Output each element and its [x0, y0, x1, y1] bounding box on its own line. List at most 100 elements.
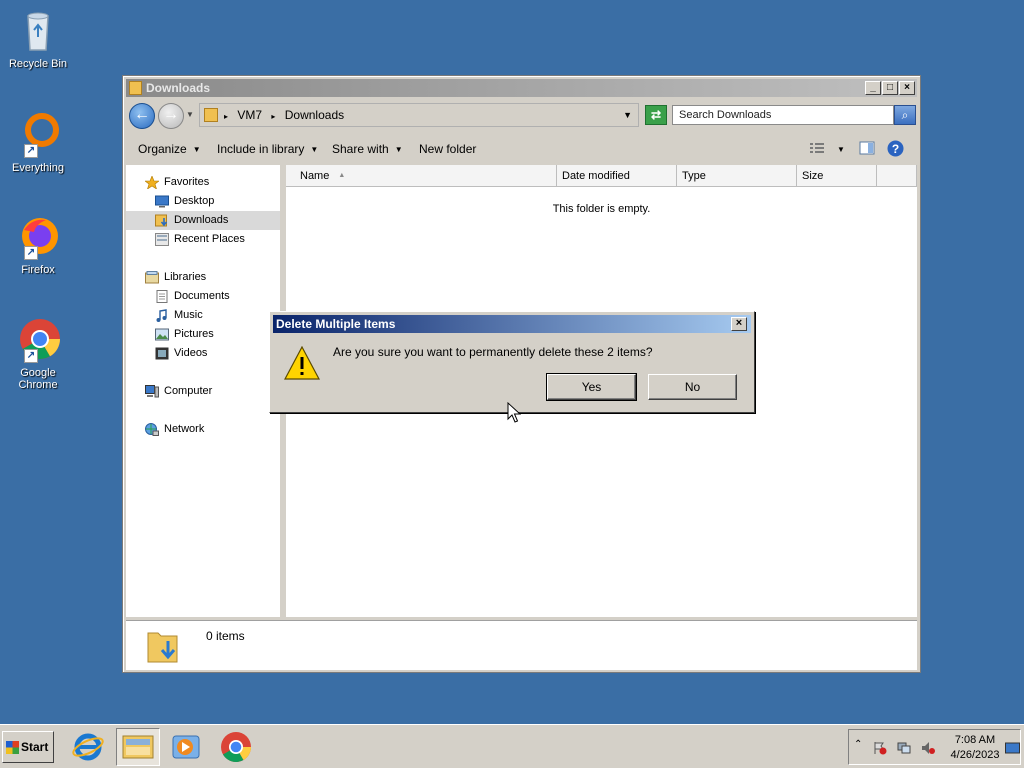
- desktop-icon-label: Firefox: [21, 264, 55, 276]
- change-view-icon[interactable]: [809, 141, 825, 155]
- nav-videos-label: Videos: [174, 347, 208, 359]
- column-header-size[interactable]: Size: [797, 165, 877, 187]
- command-toolbar: Organize ▼ Include in library ▼ Share with…: [126, 134, 917, 164]
- recent-pages-dropdown-icon[interactable]: ▼: [186, 110, 194, 119]
- clock-time: 7:08 AM: [954, 734, 996, 746]
- clock[interactable]: 7:08 AM 4/26/2023: [945, 733, 1005, 763]
- organize-button[interactable]: Organize ▼: [138, 142, 201, 156]
- view-options-dropdown-icon[interactable]: ▼: [837, 145, 845, 154]
- desktop-icon-everything[interactable]: ↗ Everything: [0, 110, 76, 174]
- nav-music-label: Music: [174, 309, 203, 321]
- nav-videos[interactable]: Videos: [126, 344, 280, 363]
- videos-icon: [155, 347, 169, 360]
- recycle-bin-icon: [14, 6, 62, 54]
- taskbar: Start ⌃ 7:08 AM 4/26/2023: [0, 724, 1024, 768]
- start-button[interactable]: Start: [2, 731, 54, 763]
- desktop-icon-label: Recycle Bin: [8, 58, 68, 70]
- dialog-titlebar[interactable]: Delete Multiple Items ×: [273, 315, 751, 333]
- desktop-icon: [155, 195, 169, 208]
- nav-computer-label: Computer: [164, 385, 213, 397]
- share-with-button[interactable]: Share with ▼: [332, 142, 403, 156]
- desktop-icon-google-chrome[interactable]: ↗ Google Chrome: [0, 315, 76, 391]
- computer-icon: [145, 385, 159, 398]
- minimize-button[interactable]: _: [865, 81, 881, 95]
- breadcrumb-separator-icon[interactable]: ▸: [271, 112, 275, 121]
- taskbar-windows-explorer[interactable]: [116, 728, 160, 766]
- firefox-icon: ↗: [14, 212, 62, 260]
- nav-pictures-label: Pictures: [174, 328, 214, 340]
- nav-documents[interactable]: Documents: [126, 287, 280, 306]
- nav-recent-places[interactable]: Recent Places: [126, 230, 280, 249]
- details-pane: 0 items: [126, 620, 917, 670]
- back-button[interactable]: ←: [129, 103, 155, 129]
- navigation-pane: Favorites Desktop Downloads Recent Place…: [126, 165, 283, 617]
- yes-button[interactable]: Yes: [546, 373, 637, 401]
- preview-pane-icon[interactable]: [859, 141, 875, 155]
- network-status-icon[interactable]: [897, 741, 911, 755]
- nav-libraries-label: Libraries: [164, 271, 207, 283]
- nav-downloads-label: Downloads: [174, 214, 229, 226]
- internet-explorer-icon: [72, 733, 104, 761]
- clock-date: 4/26/2023: [950, 749, 1000, 761]
- nav-music[interactable]: Music: [126, 306, 280, 325]
- forward-button[interactable]: →: [158, 103, 184, 129]
- refresh-button[interactable]: ⇄: [645, 105, 667, 125]
- include-in-library-button[interactable]: Include in library ▼: [217, 142, 318, 156]
- taskbar-google-chrome[interactable]: [216, 728, 256, 766]
- desktop-icon-recycle-bin[interactable]: Recycle Bin: [0, 6, 76, 70]
- desktop-icon-firefox[interactable]: ↗ Firefox: [0, 212, 76, 276]
- search-icon[interactable]: ⌕: [894, 105, 916, 125]
- empty-folder-message: This folder is empty.: [552, 203, 651, 215]
- sort-ascending-icon: ▲: [338, 172, 346, 179]
- show-hidden-icons-icon[interactable]: ⌃: [854, 739, 868, 753]
- breadcrumb-downloads[interactable]: Downloads: [285, 108, 344, 122]
- warning-icon: [284, 345, 320, 380]
- taskbar-media-player[interactable]: [166, 728, 206, 766]
- address-dropdown-icon[interactable]: ▼: [623, 104, 632, 126]
- address-box[interactable]: ▸ VM7 ▸ Downloads ▼: [199, 103, 639, 127]
- search-input[interactable]: Search Downloads: [672, 105, 894, 125]
- network-icon: [145, 423, 159, 436]
- pictures-icon: [155, 328, 169, 341]
- window-titlebar[interactable]: Downloads _ □ ×: [126, 79, 917, 97]
- windows-explorer-icon: [122, 735, 154, 759]
- nav-computer[interactable]: Computer: [126, 382, 280, 401]
- share-with-label: Share with: [332, 142, 389, 156]
- system-tray: ⌃ 7:08 AM 4/26/2023: [848, 729, 1021, 765]
- nav-desktop[interactable]: Desktop: [126, 192, 280, 211]
- column-header-date-modified[interactable]: Date modified: [557, 165, 677, 187]
- nav-downloads[interactable]: Downloads: [126, 211, 280, 230]
- no-button[interactable]: No: [648, 374, 737, 400]
- nav-pictures[interactable]: Pictures: [126, 325, 280, 344]
- dialog-close-button[interactable]: ×: [731, 317, 747, 331]
- breadcrumb-vm7[interactable]: VM7: [237, 108, 262, 122]
- maximize-button[interactable]: □: [882, 81, 898, 95]
- desktop-icon-label: Everything: [12, 162, 64, 174]
- nav-libraries[interactable]: Libraries: [126, 268, 280, 287]
- chevron-down-icon: ▼: [394, 145, 403, 154]
- taskbar-internet-explorer[interactable]: [68, 728, 108, 766]
- shortcut-arrow-icon: ↗: [24, 246, 38, 260]
- nav-desktop-label: Desktop: [174, 195, 215, 207]
- column-header-filler: [877, 165, 917, 187]
- item-count: 0 items: [206, 629, 245, 643]
- volume-muted-icon[interactable]: [921, 741, 935, 755]
- new-folder-button[interactable]: New folder: [419, 142, 476, 156]
- window-title: Downloads: [146, 81, 211, 95]
- nav-favorites[interactable]: Favorites: [126, 173, 280, 192]
- close-button[interactable]: ×: [899, 81, 915, 95]
- breadcrumb-separator-icon[interactable]: ▸: [224, 112, 228, 121]
- show-desktop-icon[interactable]: [1005, 741, 1020, 755]
- help-icon[interactable]: ?: [887, 140, 904, 157]
- column-header-type[interactable]: Type: [677, 165, 797, 187]
- action-center-flag-icon[interactable]: [873, 741, 887, 755]
- nav-network[interactable]: Network: [126, 420, 280, 439]
- chevron-down-icon: ▼: [310, 145, 319, 154]
- shortcut-arrow-icon: ↗: [24, 349, 38, 363]
- mouse-cursor-icon: [507, 402, 521, 423]
- column-header-name[interactable]: Name ▲: [286, 165, 557, 187]
- downloads-folder-icon: [155, 214, 168, 227]
- libraries-icon: [145, 271, 159, 284]
- column-header-name-label: Name: [300, 170, 330, 182]
- chevron-down-icon: ▼: [192, 145, 201, 154]
